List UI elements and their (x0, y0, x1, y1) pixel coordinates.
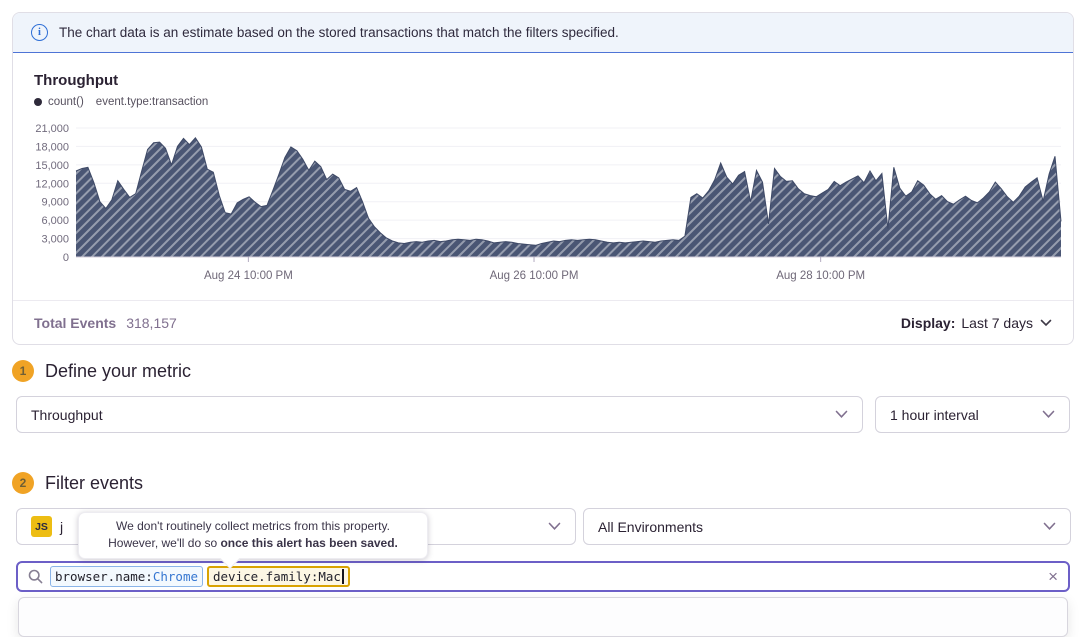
svg-text:9,000: 9,000 (41, 197, 69, 209)
tooltip-line-2: However, we'll do so once this alert has… (89, 535, 417, 552)
svg-text:Aug 26 10:00 PM: Aug 26 10:00 PM (490, 270, 579, 282)
legend-series-label: count() (48, 96, 84, 108)
clear-search-button[interactable]: × (1048, 568, 1058, 585)
search-token-browser-name[interactable]: browser.name:Chrome (50, 566, 203, 587)
chevron-down-icon (1043, 522, 1056, 531)
environment-select[interactable]: All Environments (583, 508, 1071, 545)
svg-text:3,000: 3,000 (41, 234, 69, 246)
chevron-down-icon (1042, 410, 1055, 419)
svg-text:Aug 24 10:00 PM: Aug 24 10:00 PM (204, 270, 293, 282)
tooltip-line-1: We don't routinely collect metrics from … (89, 518, 417, 535)
svg-text:6,000: 6,000 (41, 215, 69, 227)
display-value: Last 7 days (961, 315, 1033, 331)
filter-section-heading: Filter events (45, 473, 143, 494)
total-events-label: Total Events (34, 315, 116, 331)
step-2-badge: 2 (12, 472, 34, 494)
metric-section-heading: Define your metric (45, 361, 191, 382)
chevron-down-icon (835, 410, 848, 419)
banner-text: The chart data is an estimate based on t… (59, 25, 619, 40)
total-events: Total Events 318,157 (34, 315, 177, 331)
throughput-area-chart: 0 3,000 6,000 9,000 12,000 15,000 18,000 21,000… (13, 113, 1063, 293)
metric-select[interactable]: Throughput (16, 396, 863, 433)
search-autocomplete-panel[interactable] (18, 597, 1068, 637)
display-label: Display: (901, 315, 955, 331)
interval-select[interactable]: 1 hour interval (875, 396, 1070, 433)
text-cursor (342, 569, 344, 584)
chart-axes: Aug 24 10:00 PM Aug 26 10:00 PM Aug 28 10:… (76, 257, 1061, 282)
search-input[interactable]: browser.name:Chrome device.family:Mac × (16, 561, 1070, 592)
legend-dot-icon (34, 98, 42, 106)
filter-section-header: 2 Filter events (12, 472, 143, 494)
step-1-badge: 1 (12, 360, 34, 382)
svg-text:21,000: 21,000 (35, 123, 69, 135)
svg-text:15,000: 15,000 (35, 160, 69, 172)
chart-footer: Total Events 318,157 Display: Last 7 day… (13, 300, 1073, 344)
svg-text:0: 0 (63, 252, 69, 264)
display-period-selector[interactable]: Display: Last 7 days (901, 315, 1052, 331)
chevron-down-icon (548, 522, 561, 531)
svg-text:18,000: 18,000 (35, 141, 69, 153)
chart-title: Throughput (34, 72, 118, 89)
svg-text:12,000: 12,000 (35, 178, 69, 190)
project-select-value: j (60, 519, 63, 535)
info-icon: i (31, 24, 48, 41)
svg-text:Aug 28 10:00 PM: Aug 28 10:00 PM (776, 270, 865, 282)
chart-legend: count() event.type:transaction (34, 96, 208, 108)
search-token-device-family[interactable]: device.family:Mac (207, 566, 350, 587)
total-events-value: 318,157 (126, 315, 177, 331)
legend-query-label: event.type:transaction (96, 96, 209, 108)
chevron-down-icon (1040, 319, 1052, 327)
javascript-platform-icon: JS (31, 516, 52, 537)
interval-select-value: 1 hour interval (890, 407, 979, 423)
environment-select-value: All Environments (598, 519, 703, 535)
chart-panel: i The chart data is an estimate based on… (12, 12, 1074, 345)
metric-select-value: Throughput (31, 407, 103, 423)
metric-section-header: 1 Define your metric (12, 360, 191, 382)
metrics-tooltip: We don't routinely collect metrics from … (78, 512, 428, 559)
chart-area-series (76, 138, 1061, 257)
estimate-banner: i The chart data is an estimate based on… (13, 13, 1073, 53)
search-icon (28, 569, 43, 584)
